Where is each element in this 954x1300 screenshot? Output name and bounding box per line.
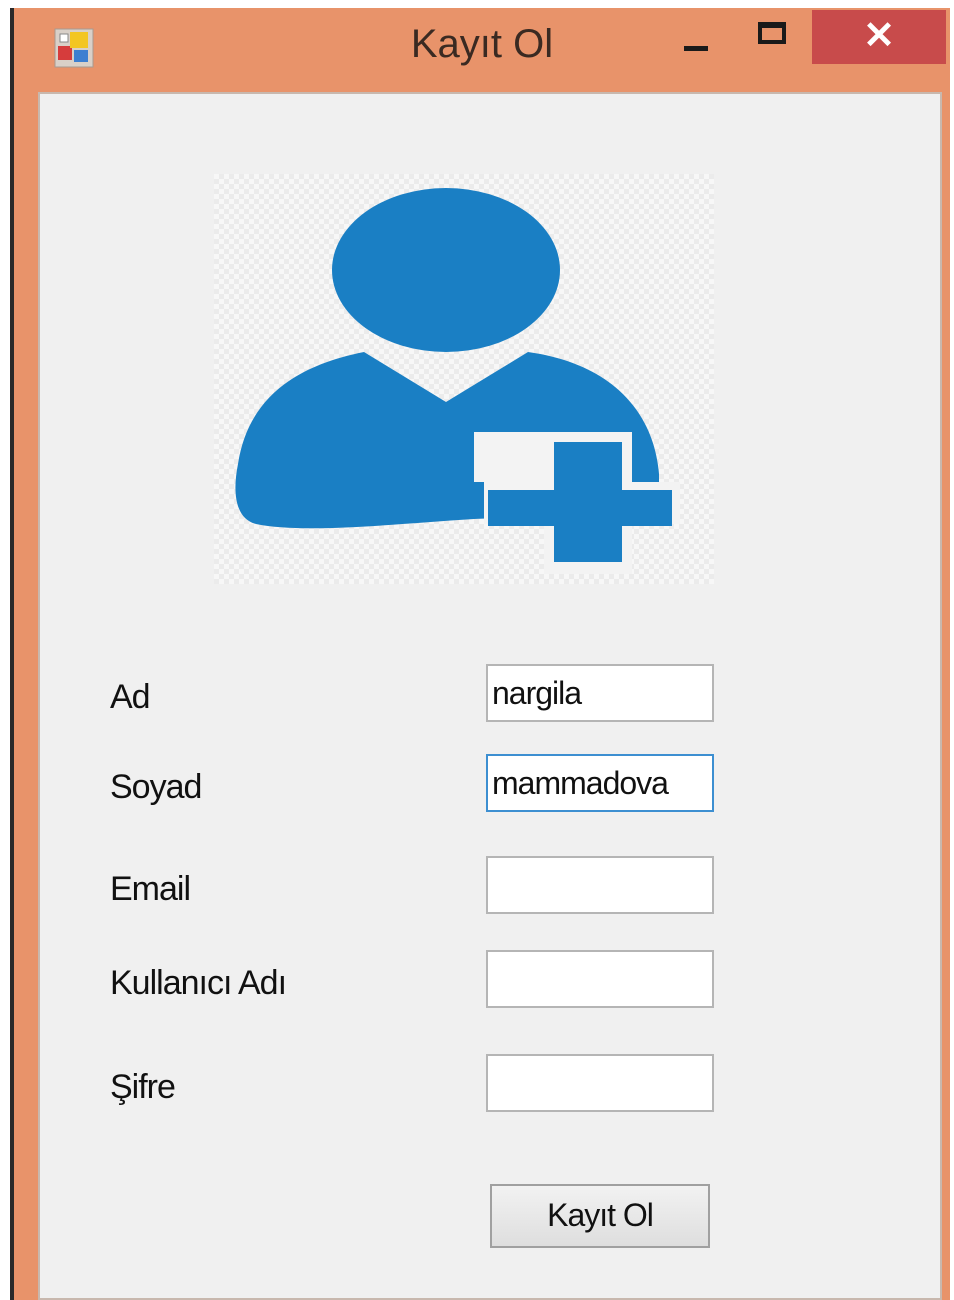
maximize-button[interactable]: [734, 10, 812, 64]
title-bar[interactable]: Kayıt Ol ✕: [14, 8, 950, 92]
email-label: Email: [110, 870, 191, 908]
minimize-button[interactable]: [662, 10, 734, 64]
ad-label: Ad: [110, 678, 151, 716]
register-button[interactable]: Kayıt Ol: [490, 1184, 710, 1248]
email-input[interactable]: [486, 856, 714, 914]
password-label: Şifre: [110, 1068, 176, 1106]
close-icon: ✕: [863, 15, 895, 57]
username-label: Kullanıcı Adı: [110, 964, 287, 1002]
form-area: Ad Soyad Email Kullanıcı Adı Şifre Kayıt…: [38, 92, 942, 1300]
username-input[interactable]: [486, 950, 714, 1008]
ad-input[interactable]: [486, 664, 714, 722]
password-input[interactable]: [486, 1054, 714, 1112]
avatar-picture: [214, 174, 714, 584]
soyad-label: Soyad: [110, 768, 202, 806]
window-frame: Kayıt Ol ✕ Ad Soyad Email Kullanıcı Adı …: [10, 8, 950, 1300]
soyad-input[interactable]: [486, 754, 714, 812]
close-button[interactable]: ✕: [812, 10, 946, 64]
add-user-icon: [235, 188, 680, 574]
